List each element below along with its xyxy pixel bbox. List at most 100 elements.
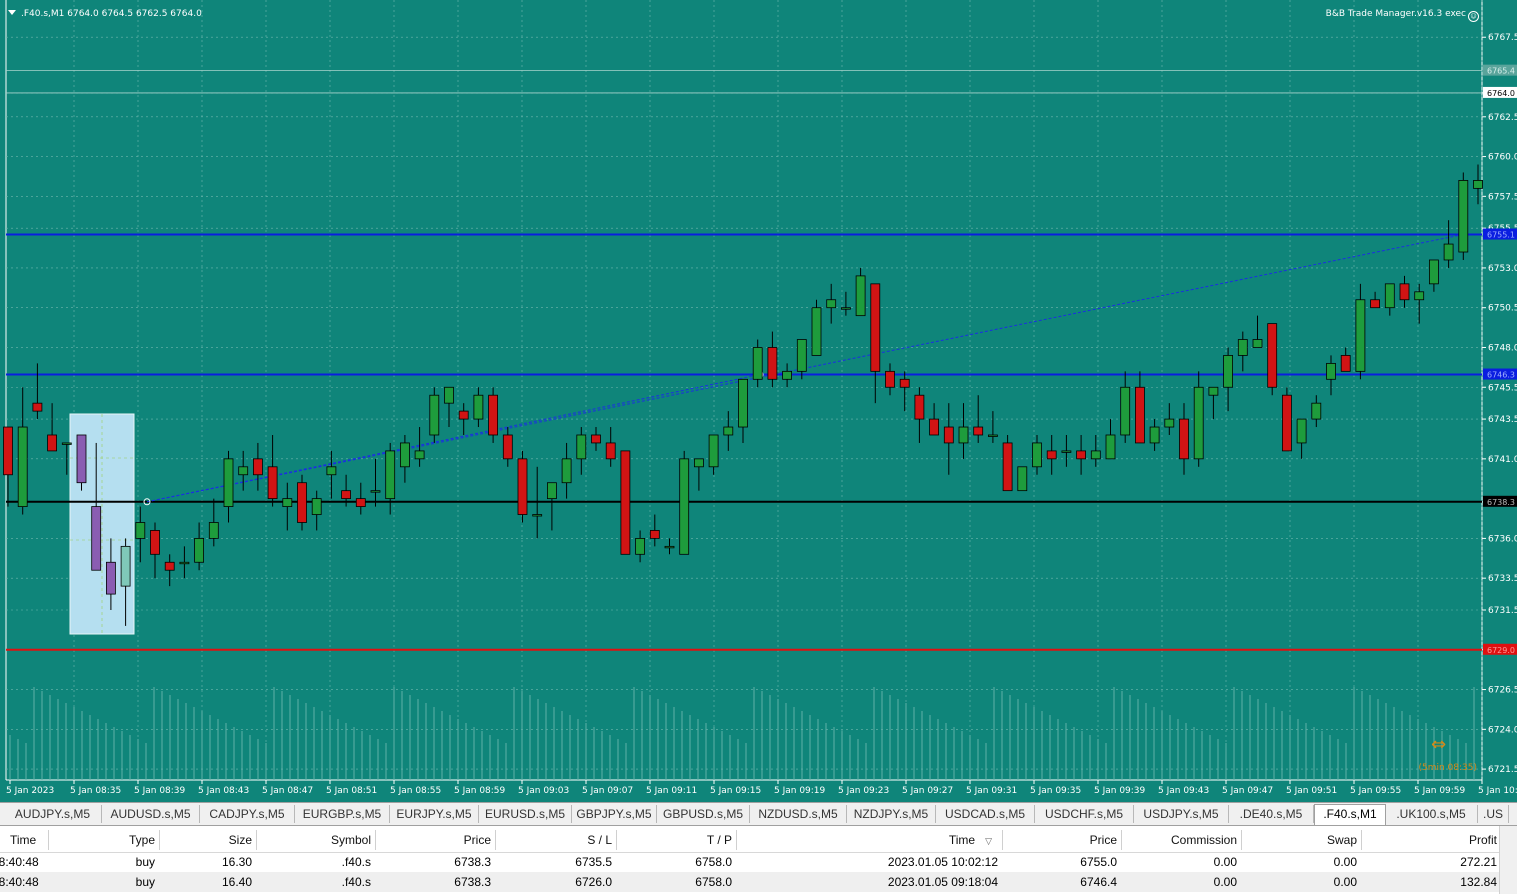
candle-bear — [164, 561, 175, 571]
candle-bull — [796, 339, 807, 372]
candle-bear — [150, 530, 160, 555]
candle-bull — [576, 434, 587, 460]
table-row[interactable]: 08:40:48 buy 16.30 .f40.s 6738.3 6735.5 6758.0… — [0, 852, 1517, 872]
candle-bull — [561, 458, 572, 484]
table-cell: 0.00 — [1333, 855, 1357, 869]
table-header: Time Type Size Symbol Price S / L T / P Time ▽ Pr… — [0, 828, 1517, 853]
sort-descending-icon[interactable]: ▽ — [985, 836, 992, 846]
column-header-label: Profit — [1468, 833, 1497, 847]
price-tick-label: 6741.0 — [1488, 455, 1517, 465]
chart-tab[interactable]: .F40.s,M1 — [1314, 804, 1386, 825]
candle-bull — [1017, 466, 1028, 492]
column-header[interactable]: Profit — [1362, 830, 1502, 850]
table-cell: .f40.s — [341, 855, 371, 869]
candle-bull — [238, 466, 249, 476]
candle-bull — [223, 458, 234, 507]
price-tick-label: 6748.0 — [1488, 343, 1517, 353]
time-tick-label: 5 Jan 08:55 — [390, 786, 441, 796]
candle-bear — [502, 434, 513, 460]
candle-bull — [194, 538, 205, 563]
column-header[interactable]: Symbol — [257, 830, 376, 850]
candle-bull — [473, 394, 484, 420]
time-tick-label: 5 Jan 08:59 — [454, 786, 506, 796]
candle-bull — [326, 466, 337, 476]
column-header[interactable]: Commission — [1122, 830, 1242, 850]
candle-bear — [591, 434, 601, 444]
chart-tab[interactable]: GBPJPY.s,M5 — [572, 805, 657, 823]
price-chart[interactable]: 6767.56764.06762.56760.06757.56755.56753… — [0, 0, 1517, 802]
chart-tab[interactable]: .UK100.s,M5 — [1385, 805, 1478, 823]
candle-bull — [782, 370, 792, 380]
expert-advisor-label[interactable]: B&B Trade Manager.v16.3 exec ☺ — [1326, 9, 1479, 22]
candle-bull — [1237, 339, 1248, 356]
price-tick-label: 6733.5 — [1488, 574, 1517, 584]
time-tick-label: 5 Jan 08:35 — [70, 786, 121, 796]
candle-bear — [488, 394, 499, 436]
chart-tab[interactable]: EURGBP.s,M5 — [295, 805, 390, 823]
chart-tab[interactable]: NZDUSD.s,M5 — [750, 805, 847, 823]
time-tick-label: 5 Jan 09:07 — [582, 786, 633, 796]
candle-bull — [532, 514, 543, 517]
table-cell: 0.00 — [1213, 855, 1237, 869]
chart-tab[interactable]: AUDJPY.s,M5 — [4, 805, 102, 823]
candle-bull — [958, 426, 969, 444]
table-cell: 6758.0 — [695, 875, 732, 889]
time-tick-label: 5 Jan 09:47 — [1222, 786, 1273, 796]
candle-bull — [1032, 442, 1042, 468]
chart-tab[interactable]: EURJPY.s,M5 — [390, 805, 479, 823]
column-header-label: S / L — [587, 833, 612, 847]
price-tick-label: 6736.0 — [1488, 534, 1517, 544]
candle-bull — [1193, 386, 1204, 460]
candlestick-chart-canvas[interactable]: 6767.56764.06762.56760.06757.56755.56753… — [0, 0, 1517, 802]
candle-bull — [1252, 339, 1263, 348]
candle-bear — [47, 434, 57, 452]
column-header[interactable]: Swap — [1242, 830, 1362, 850]
chart-tab[interactable]: AUDUSD.s,M5 — [102, 805, 200, 823]
collapse-triangle-icon[interactable] — [8, 10, 16, 15]
candle-timer: (5min 08:35) — [1418, 763, 1477, 773]
double-arrow-icon[interactable]: ⇔ — [1431, 736, 1446, 754]
candle-bull — [811, 307, 822, 356]
table-cell: 16.40 — [221, 875, 252, 889]
candle-bull — [635, 538, 645, 555]
table-cell: 6758.0 — [695, 855, 732, 869]
column-header-label: Type — [128, 833, 155, 847]
column-header[interactable]: Time ▽ — [737, 830, 1003, 850]
table-row[interactable]: 08:40:48 buy 16.40 .f40.s 6738.3 6726.0 6758.0… — [0, 872, 1517, 892]
column-header[interactable]: S / L — [496, 830, 617, 850]
take-profit-label: 6755.1 — [1487, 231, 1515, 240]
table-cell: 0.00 — [1213, 875, 1237, 889]
candle-bull — [826, 299, 837, 309]
candle-bull — [1149, 426, 1160, 444]
candle-bull — [723, 426, 734, 436]
chart-tab[interactable]: USDJPY.s,M5 — [1134, 805, 1229, 823]
chart-tab[interactable]: GBPUSD.s,M5 — [657, 805, 750, 823]
time-tick-label: 5 Jan 09:27 — [902, 786, 953, 796]
candle-bull — [414, 450, 425, 460]
chart-tab[interactable]: .DE40.s,M5 — [1229, 805, 1314, 823]
chart-tab[interactable]: NZDJPY.s,M5 — [847, 805, 936, 823]
column-header-label: Size — [228, 833, 252, 847]
chart-tab[interactable]: USDCAD.s,M5 — [936, 805, 1035, 823]
vertical-scrollbar[interactable] — [1499, 826, 1517, 894]
candle-bull — [1090, 450, 1101, 460]
column-header[interactable]: Size — [160, 830, 257, 850]
candle-bear — [1002, 442, 1013, 492]
chart-tab[interactable]: .US — [1478, 805, 1509, 823]
candle-bear — [870, 283, 881, 372]
column-header[interactable]: Type — [39, 830, 160, 850]
column-header[interactable]: Price — [376, 830, 496, 850]
column-header[interactable]: Price — [1003, 830, 1122, 850]
candle-bull — [17, 426, 28, 507]
column-header[interactable]: T / P — [617, 830, 737, 850]
candle-bull — [1384, 283, 1395, 309]
candle-bear — [929, 418, 939, 436]
candle-bull — [135, 522, 146, 539]
table-cell: .f40.s — [341, 875, 371, 889]
chart-tab[interactable]: CADJPY.s,M5 — [200, 805, 295, 823]
candle-bull — [1458, 180, 1469, 253]
candle-bear — [341, 490, 352, 500]
chart-tab[interactable]: USDCHF.s,M5 — [1035, 805, 1134, 823]
table-cell: 08:40:48 — [0, 875, 39, 889]
chart-tab[interactable]: EURUSD.s,M5 — [479, 805, 572, 823]
